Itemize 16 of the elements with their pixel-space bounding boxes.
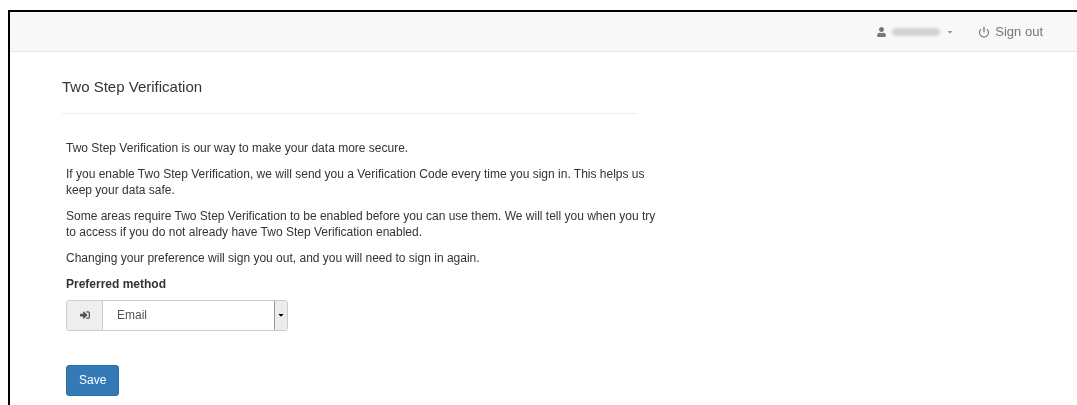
- user-icon: [877, 26, 887, 37]
- method-select[interactable]: Email: [66, 299, 288, 331]
- info-paragraph: Two Step Verification is our way to make your data more secure.: [66, 139, 410, 156]
- info-paragraph: Changing your preference will sign you out, and you will need to sign in again.: [66, 249, 481, 266]
- redacted-username: [892, 27, 941, 36]
- info-paragraph: Some areas require Two Step Verification to be enabled before you can use them. We will tell you when you try to access if you do not already have Two Step Verification enabled.: [66, 207, 657, 240]
- select-value: Email: [116, 307, 148, 324]
- sign-out-link[interactable]: Sign out: [978, 21, 1043, 42]
- caret-icon: [277, 311, 285, 319]
- sign-in-icon: [79, 310, 90, 320]
- save-button[interactable]: Save: [66, 364, 120, 396]
- field-label: Preferred method: [66, 275, 168, 292]
- power-icon: [978, 25, 991, 38]
- page-title: Two Step Verification: [62, 76, 638, 114]
- user-menu[interactable]: [877, 26, 955, 37]
- info-paragraph: If you enable Two Step Verification, we will send you a Verification Code every time you sign in. This helps us keep your data safe.: [66, 165, 646, 198]
